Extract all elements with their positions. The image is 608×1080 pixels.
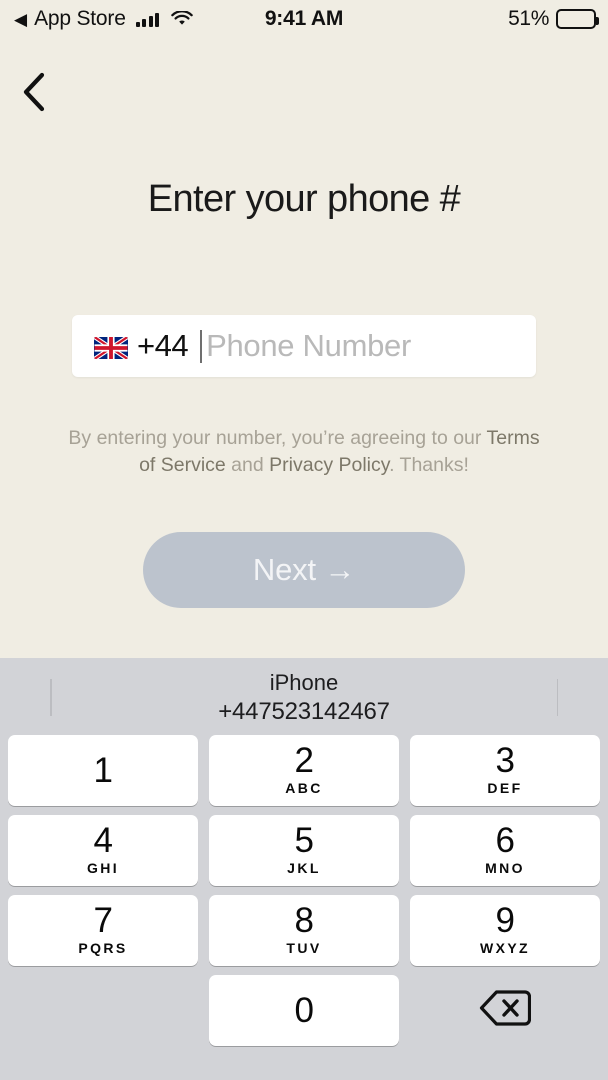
key-1-number: 1 (93, 750, 113, 790)
keypad-row: 0 (8, 975, 600, 1046)
next-button[interactable]: Next → (143, 532, 465, 608)
keypad-row: 1 2 ABC 3 DEF (8, 735, 600, 806)
key-8-number: 8 (294, 901, 314, 940)
keypad-row: 7 PQRS 8 TUV 9 WXYZ (8, 895, 600, 966)
battery-percent-label: 51% (508, 7, 549, 30)
suggestion-divider-left (50, 679, 52, 716)
key-2-letters: ABC (285, 780, 323, 796)
autofill-suggestion-bar[interactable]: iPhone +447523142467 (0, 658, 608, 735)
key-9[interactable]: 9 WXYZ (410, 895, 600, 966)
key-9-letters: WXYZ (479, 940, 531, 956)
key-8[interactable]: 8 TUV (209, 895, 399, 966)
numeric-keyboard: iPhone +447523142467 1 2 ABC 3 DEF 4 GHI… (0, 658, 608, 1080)
back-button[interactable] (6, 66, 62, 122)
legal-conjunction: and (225, 454, 270, 476)
key-4-letters: GHI (86, 860, 120, 876)
keypad-row: 4 GHI 5 JKL 6 MNO (8, 815, 600, 886)
status-bar-right: 51% (508, 0, 599, 38)
key-5-number: 5 (294, 821, 314, 860)
backspace-key[interactable] (410, 975, 600, 1046)
autofill-suggestion-value[interactable]: +447523142467 (218, 697, 390, 726)
key-6[interactable]: 6 MNO (410, 815, 600, 886)
phone-number-input[interactable]: +44 Phone Number (72, 315, 536, 377)
key-9-number: 9 (495, 901, 515, 940)
backspace-icon (479, 989, 532, 1032)
key-8-letters: TUV (286, 940, 322, 956)
chevron-left-icon (21, 71, 47, 118)
key-0-number: 0 (294, 990, 314, 1030)
autofill-suggestion[interactable]: iPhone +447523142467 (218, 668, 390, 726)
keypad-empty-slot (8, 975, 198, 1046)
key-4[interactable]: 4 GHI (8, 815, 198, 886)
keypad: 1 2 ABC 3 DEF 4 GHI 5 JKL 6 MNO 7 PQRS 8… (0, 735, 608, 1046)
legal-disclaimer: By entering your number, you’re agreeing… (60, 425, 548, 479)
key-2-number: 2 (294, 741, 314, 780)
uk-flag-icon (94, 333, 128, 360)
next-button-label: Next → (252, 552, 356, 587)
legal-line-1: By entering your number, you’re agreeing… (68, 427, 482, 449)
key-5[interactable]: 5 JKL (209, 815, 399, 886)
battery-icon (556, 9, 599, 29)
text-caret (200, 329, 203, 363)
key-3-number: 3 (495, 741, 515, 780)
status-bar: ◀ App Store 9:41 AM 51% (0, 0, 608, 38)
page-title: Enter your phone # (147, 178, 461, 220)
key-6-number: 6 (495, 821, 515, 860)
legal-line-2: . Thanks! (389, 454, 469, 476)
suggestion-divider-right (556, 679, 558, 716)
app-screen: ◀ App Store 9:41 AM 51% Enter your phone… (0, 0, 608, 1080)
autofill-suggestion-label: iPhone (269, 669, 339, 695)
key-3[interactable]: 3 DEF (410, 735, 600, 806)
key-7[interactable]: 7 PQRS (8, 895, 198, 966)
key-0[interactable]: 0 (209, 975, 399, 1046)
key-6-letters: MNO (485, 860, 525, 876)
key-5-letters: JKL (287, 860, 321, 876)
key-7-letters: PQRS (78, 940, 128, 956)
key-3-letters: DEF (487, 780, 523, 796)
key-7-number: 7 (93, 901, 113, 940)
country-dial-code[interactable]: +44 (137, 328, 189, 364)
privacy-policy-link[interactable]: Privacy Policy (269, 454, 389, 476)
key-2[interactable]: 2 ABC (209, 735, 399, 806)
key-4-number: 4 (93, 821, 113, 860)
phone-number-placeholder: Phone Number (206, 328, 412, 363)
key-1[interactable]: 1 (8, 735, 198, 806)
